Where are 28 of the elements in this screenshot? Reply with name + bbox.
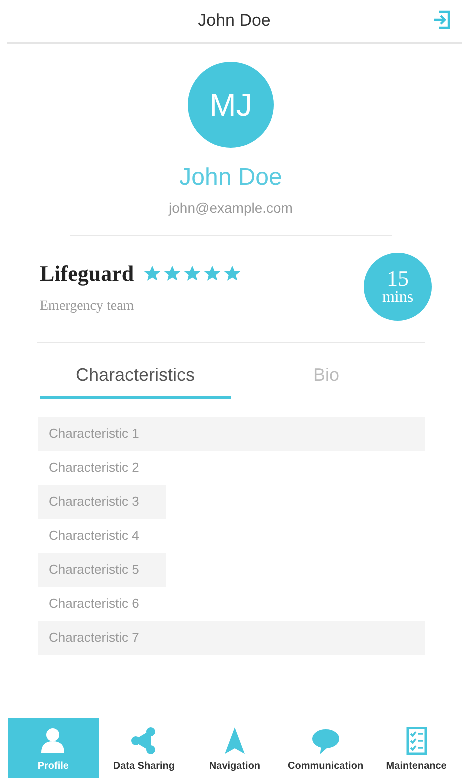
- star-icon: [164, 265, 182, 282]
- share-icon: [130, 727, 158, 755]
- nav-tab[interactable]: Communication: [280, 718, 372, 778]
- speech-bubble-icon: [312, 727, 340, 755]
- role-title: Lifeguard: [40, 260, 134, 288]
- profile-name: John Doe: [180, 163, 282, 193]
- characteristic-item: Characteristic 3: [38, 485, 166, 519]
- star-icon: [224, 265, 242, 282]
- star-icon: [144, 265, 162, 282]
- nav-tab[interactable]: Maintenance: [371, 718, 462, 778]
- nav-tab[interactable]: Data Sharing: [98, 718, 190, 778]
- star-icon: [184, 265, 202, 282]
- characteristic-item: Characteristic 2: [48, 459, 140, 478]
- star-icon: [204, 265, 222, 282]
- nav-tab[interactable]: Navigation: [190, 718, 280, 778]
- profile-email: john@example.com: [169, 199, 293, 218]
- characteristic-item: Characteristic 7: [38, 621, 425, 655]
- header-title: John Doe: [198, 10, 271, 32]
- avatar-initials: MJ: [188, 62, 274, 148]
- team-label: Emergency team: [40, 298, 136, 316]
- time-badge: 15 mins: [364, 253, 432, 321]
- logout-icon[interactable]: [432, 10, 452, 30]
- characteristic-item: Characteristic 5: [38, 553, 166, 587]
- person-icon: [39, 727, 68, 755]
- characteristic-item: Characteristic 4: [48, 527, 140, 546]
- tab[interactable]: Characteristics: [40, 355, 231, 399]
- characteristic-item: Characteristic 6: [48, 595, 140, 614]
- characteristic-item: Characteristic 1: [38, 417, 425, 451]
